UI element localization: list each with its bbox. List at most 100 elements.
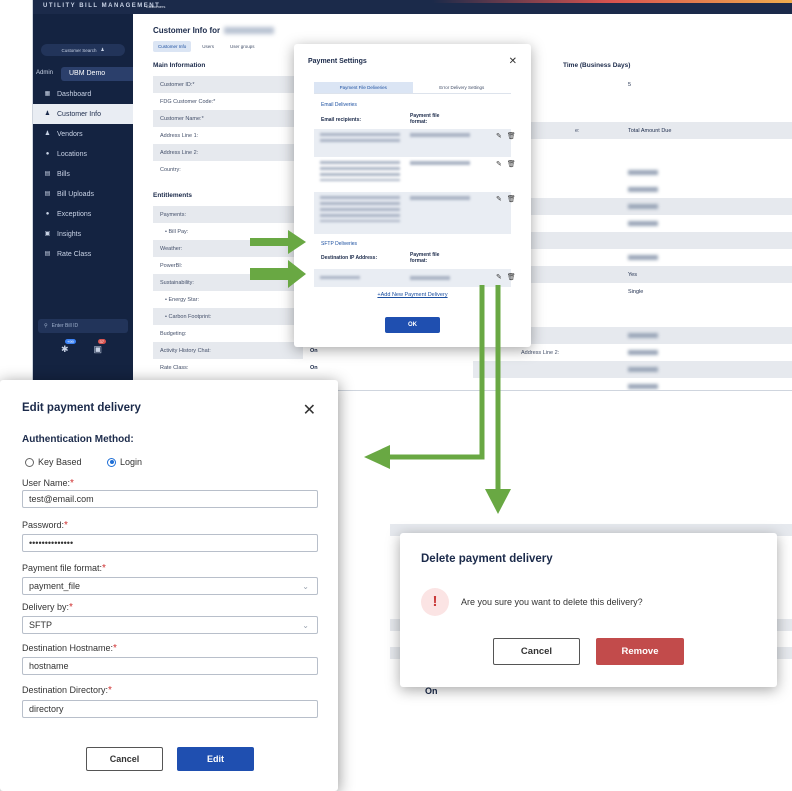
trash-icon[interactable]: 🗑 (507, 132, 516, 140)
customer-search-button[interactable]: Customer Search ♟ (41, 44, 125, 56)
payment-file-format-select[interactable]: payment_file ⌄ (22, 577, 318, 595)
asterisk-icon: ✱ (61, 344, 69, 354)
radio-login[interactable]: Login (107, 457, 142, 467)
close-icon[interactable]: ✕ (303, 400, 316, 420)
sidebar-item-label: Bill Uploads (57, 190, 94, 198)
confirmation-message: Are you sure you want to delete this del… (461, 597, 643, 607)
field-label: Country: (160, 166, 181, 173)
redacted-format (410, 196, 470, 200)
sidebar-item-rate-class[interactable]: ▤ Rate Class (33, 244, 133, 264)
sidebar-item-dashboard[interactable]: ▦ Dashboard (33, 84, 133, 104)
page-title-text: Customer Info for (153, 26, 221, 35)
dashboard-icon: ▦ (44, 90, 51, 97)
field-label: Address Line 1: (160, 132, 199, 139)
remove-button[interactable]: Remove (596, 638, 684, 665)
main-information-heading: Main Information (153, 62, 206, 69)
field-label: FDG Customer Code:* (160, 98, 216, 105)
modal-title: Payment Settings (308, 58, 367, 65)
payment-file-format-label: Payment file format:* (22, 563, 106, 574)
customer-selector[interactable]: UBM Demo (61, 67, 133, 81)
tab-users[interactable]: Users (197, 41, 219, 52)
field-row: Country: (153, 161, 303, 178)
sidebar-item-locations[interactable]: ● Locations (33, 144, 133, 164)
redacted-value (628, 221, 658, 226)
notifications-button[interactable]: ✱ +99 (61, 339, 76, 355)
label-text: Destination Directory: (22, 685, 109, 695)
destination-directory-field[interactable]: directory (22, 700, 318, 718)
sidebar-item-label: Dashboard (57, 90, 92, 98)
radio-label: Login (120, 457, 143, 467)
notification-badges: ✱ +99 ▣ 37 (61, 339, 106, 355)
tab-user-groups[interactable]: User groups (225, 41, 260, 52)
username-field[interactable]: test@email.com (22, 490, 318, 508)
info-row (473, 378, 792, 390)
customer-tabs: Customer Info Users User groups (153, 41, 260, 52)
info-value: 5 (628, 81, 632, 88)
sidebar-item-label: Locations (57, 150, 87, 158)
delivery-by-select[interactable]: SFTP ⌄ (22, 616, 318, 634)
cancel-button[interactable]: Cancel (86, 747, 163, 771)
edit-pencil-icon[interactable]: ✎ (496, 160, 502, 168)
top-bar: UTILITY BILL MANAGEMENT Customers (33, 0, 792, 14)
payment-file-format-header: Payment file format: (410, 252, 440, 264)
cancel-button[interactable]: Cancel (493, 638, 580, 665)
edit-pencil-icon[interactable]: ✎ (496, 132, 502, 140)
redacted-customer-name (224, 27, 275, 35)
sidebar-item-bills[interactable]: ▤ Bills (33, 164, 133, 184)
tab-error-delivery-settings[interactable]: Error Delivery Settings (412, 82, 511, 94)
required-marker: * (102, 563, 106, 574)
edit-button[interactable]: Edit (177, 747, 254, 771)
background-value: On (425, 686, 438, 696)
info-value: Yes (628, 271, 637, 278)
radio-indicator (25, 457, 34, 467)
sidebar-item-bill-uploads[interactable]: ▤ Bill Uploads (33, 184, 133, 204)
entitlement-row: Payments: (153, 206, 303, 223)
radio-label: Key Based (38, 457, 82, 467)
entitlement-row: Activity History Chat: On (153, 342, 318, 359)
chevron-down-icon: ⌄ (302, 582, 309, 591)
sidebar-item-customer-info[interactable]: ♟ Customer Info (33, 104, 133, 124)
info-value: Total Amount Due (628, 127, 672, 134)
exception-icon: ● (45, 210, 50, 217)
processing-time-heading: Time (Business Days) (563, 62, 631, 69)
info-label: Address Line 2: (521, 349, 560, 356)
bill-icon: ▤ (44, 170, 51, 177)
tab-customer-info[interactable]: Customer Info (153, 41, 192, 52)
trash-icon[interactable]: 🗑 (507, 195, 516, 203)
email-delivery-row: ✎ 🗑 (314, 157, 516, 192)
trash-icon[interactable]: 🗑 (507, 273, 516, 281)
entitlement-row: • Carbon Footprint: (153, 308, 303, 325)
sidebar-item-insights[interactable]: ▣ Insights (33, 224, 133, 244)
user-icon: ♟ (44, 110, 51, 117)
edit-pencil-icon[interactable]: ✎ (496, 195, 502, 203)
entitlement-label: Activity History Chat: (160, 347, 211, 354)
calendar-button[interactable]: ▣ 37 (94, 339, 106, 355)
field-label: Address Line 2: (160, 149, 199, 156)
email-delivery-row: ✎ 🗑 (314, 192, 516, 234)
password-field[interactable]: •••••••••••••• (22, 534, 318, 552)
delivery-by-label: Delivery by:* (22, 602, 73, 613)
destination-hostname-field[interactable]: hostname (22, 657, 318, 675)
field-row: Address Line 2: (153, 144, 303, 161)
user-icon: ♟ (100, 47, 105, 52)
bill-id-placeholder: Enter Bill ID (51, 323, 79, 329)
sidebar-item-label: Vendors (57, 130, 83, 138)
tab-payment-file-deliveries[interactable]: Payment File Deliveries (314, 82, 413, 94)
bill-id-input[interactable]: ⚲ Enter Bill ID (38, 319, 128, 333)
radio-key-based[interactable]: Key Based (25, 457, 82, 467)
breadcrumb[interactable]: Customers (146, 4, 165, 9)
payment-file-format-header: Payment file format: (410, 113, 440, 125)
redacted-recipients (320, 133, 400, 145)
sidebar-item-exceptions[interactable]: ● Exceptions (33, 204, 133, 224)
redacted-value (628, 187, 658, 192)
trash-icon[interactable]: 🗑 (507, 160, 516, 168)
sidebar-item-vendors[interactable]: ♟ Vendors (33, 124, 133, 144)
destination-directory-label: Destination Directory:* (22, 685, 112, 696)
entitlement-value: On (310, 364, 318, 371)
redacted-value (628, 170, 658, 175)
close-icon[interactable]: ✕ (509, 56, 517, 67)
edit-pencil-icon[interactable]: ✎ (496, 273, 502, 281)
redacted-value (628, 384, 658, 389)
redacted-value (628, 255, 658, 260)
arrow-down-icon (485, 489, 511, 514)
